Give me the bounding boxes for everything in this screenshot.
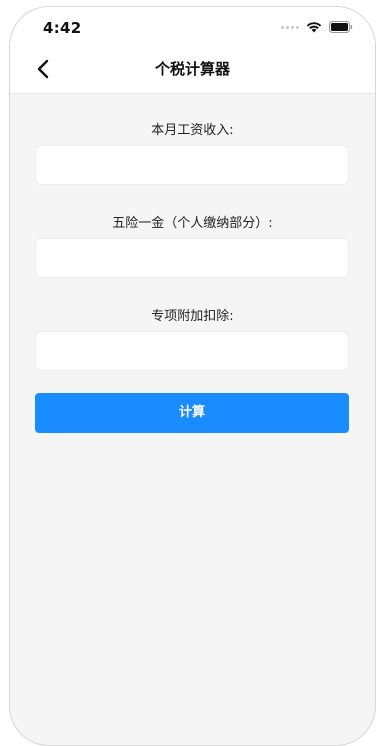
salary-label: 本月工资收入: <box>151 123 234 138</box>
header: 4:42 个税计算器 <box>10 7 375 94</box>
deduction-label: 专项附加扣除: <box>151 309 234 324</box>
status-time: 4:42 <box>43 19 82 37</box>
calculate-button[interactable]: 计算 <box>35 393 349 433</box>
deduction-input[interactable] <box>35 331 349 371</box>
status-icons <box>281 21 353 33</box>
insurance-input[interactable] <box>35 238 349 278</box>
signal-dots-icon <box>281 25 299 29</box>
wifi-icon <box>306 22 322 33</box>
insurance-label: 五险一金（个人缴纳部分）: <box>112 216 273 231</box>
phone-frame: 4:42 个税计算器 本月工资收入: 五险一金（个人缴纳部分）: 专项附加扣除:… <box>9 6 376 746</box>
salary-input[interactable] <box>35 145 349 185</box>
battery-icon <box>329 21 353 33</box>
page-title: 个税计算器 <box>154 60 230 78</box>
